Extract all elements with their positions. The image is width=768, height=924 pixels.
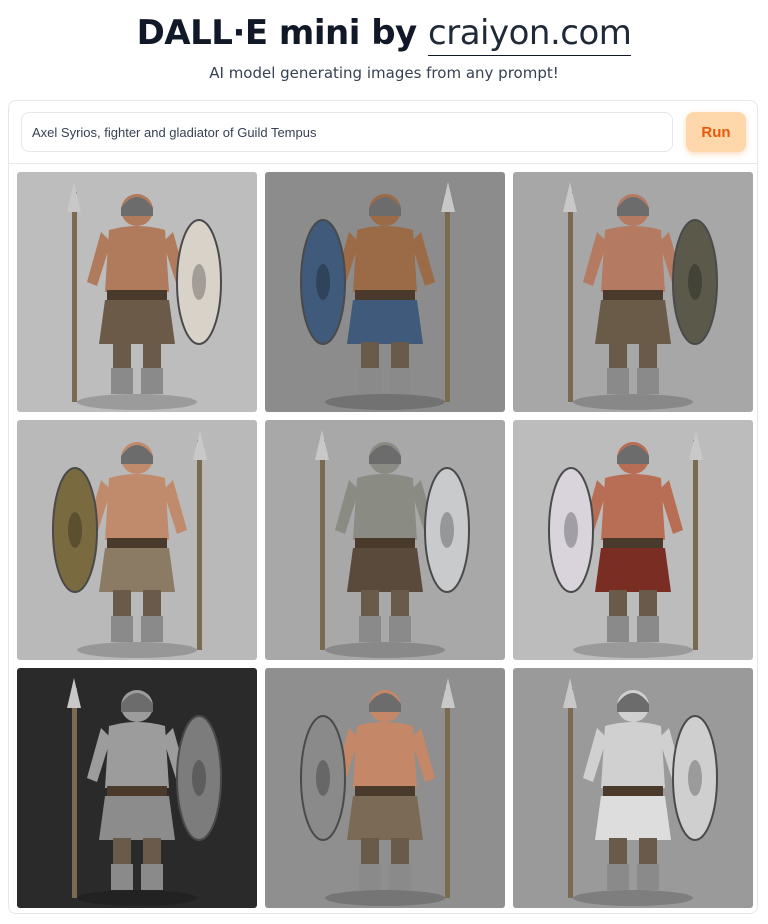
- generator-card: Run: [8, 100, 758, 914]
- generated-image-5[interactable]: [265, 420, 505, 660]
- page-subtitle: AI model generating images from any prom…: [209, 64, 559, 82]
- brand-link[interactable]: craiyon.com: [428, 13, 632, 56]
- gladiator-figure: [563, 678, 718, 906]
- gladiator-figure: [315, 430, 470, 658]
- page-title: DALL·E mini by craiyon.com: [0, 12, 768, 56]
- generated-image-7[interactable]: [17, 668, 257, 908]
- prompt-input[interactable]: [21, 112, 673, 152]
- generated-image-3[interactable]: [513, 172, 753, 412]
- gladiator-figure: [563, 182, 718, 410]
- gladiator-figure: [300, 678, 455, 906]
- gladiator-figure: [300, 182, 455, 410]
- prompt-bar: Run: [9, 101, 757, 164]
- generated-image-9[interactable]: [513, 668, 753, 908]
- generated-image-1[interactable]: [17, 172, 257, 412]
- run-button[interactable]: Run: [686, 112, 746, 152]
- title-main: DALL·E mini by: [136, 13, 418, 53]
- results-grid: [17, 172, 753, 908]
- generated-image-8[interactable]: [265, 668, 505, 908]
- generated-image-6[interactable]: [513, 420, 753, 660]
- generated-image-4[interactable]: [17, 420, 257, 660]
- gladiator-figure: [67, 182, 222, 410]
- gladiator-figure: [548, 430, 703, 658]
- gladiator-figure: [67, 678, 222, 906]
- gladiator-figure: [52, 430, 207, 658]
- generated-image-2[interactable]: [265, 172, 505, 412]
- page-header: DALL·E mini by craiyon.com AI model gene…: [0, 0, 768, 82]
